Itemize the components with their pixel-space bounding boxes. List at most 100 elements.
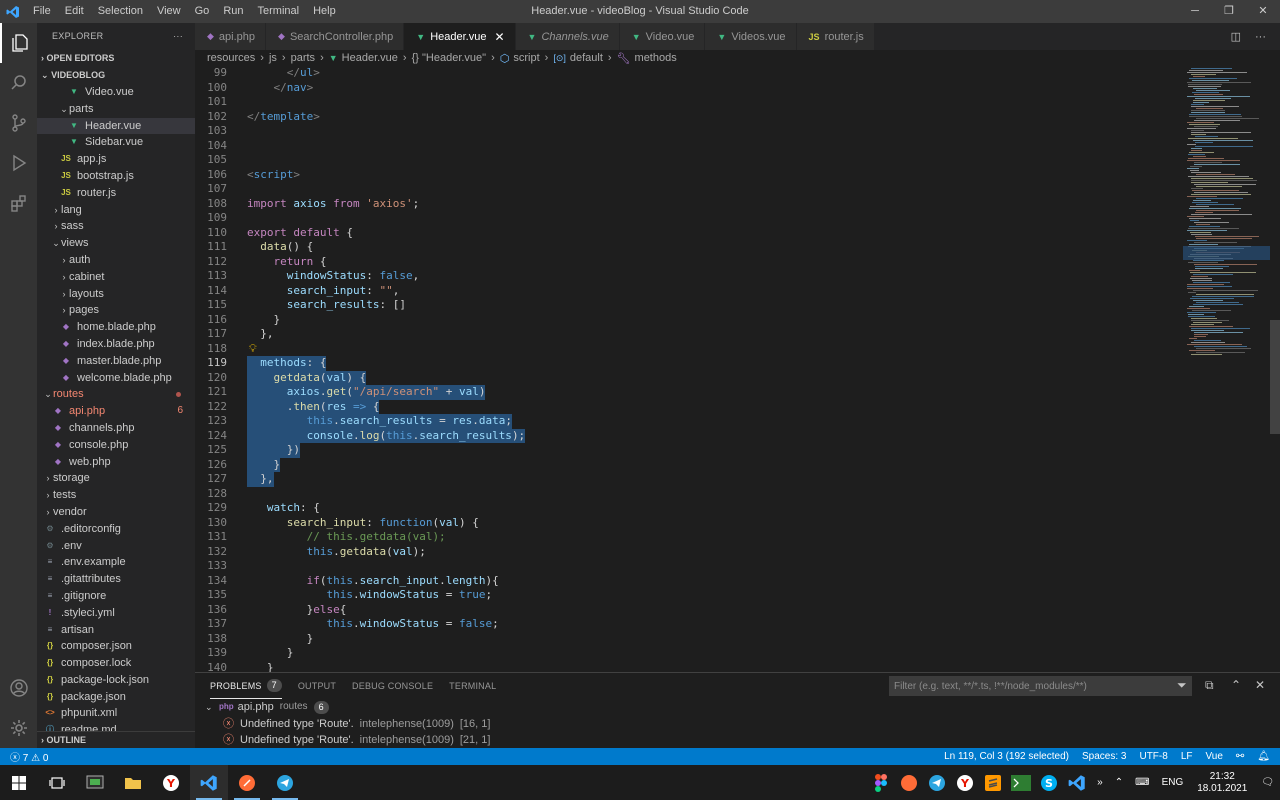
menu-item-help[interactable]: Help: [306, 0, 343, 23]
notification-center-icon[interactable]: 🗨︎: [1261, 777, 1274, 788]
split-editor-icon[interactable]: ◫: [1231, 30, 1241, 43]
breadcrumb-item[interactable]: default: [570, 52, 603, 64]
file-item[interactable]: {} package-lock.json: [37, 672, 195, 689]
minimize-icon[interactable]: ─: [1178, 0, 1212, 23]
skype-icon[interactable]: S: [1035, 765, 1063, 800]
breadcrumb-item[interactable]: script: [513, 52, 539, 64]
open-editors-section[interactable]: › OPEN EDITORS: [37, 50, 195, 67]
menu-item-edit[interactable]: Edit: [58, 0, 91, 23]
file-item[interactable]: ⚙ .editorconfig: [37, 521, 195, 538]
file-item[interactable]: ! .styleci.yml: [37, 605, 195, 622]
postman-tray-icon[interactable]: [895, 765, 923, 800]
filter-icon[interactable]: ⏷: [1177, 678, 1187, 693]
file-item[interactable]: ⚙ .env: [37, 538, 195, 555]
code-editor[interactable]: 99 </ul> 100 </nav> 101 102 </template> 103 10…: [195, 66, 1270, 672]
end-of-line[interactable]: LF: [1181, 751, 1193, 762]
breadcrumb-item[interactable]: Header.vue: [342, 52, 398, 64]
folder-item[interactable]: › tests: [37, 487, 195, 504]
search-icon[interactable]: [0, 63, 37, 103]
file-item[interactable]: JS app.js: [37, 151, 195, 168]
tab-video-vue[interactable]: ▼ Video.vue: [619, 23, 706, 50]
cursor-position[interactable]: Ln 119, Col 3 (192 selected): [944, 751, 1069, 762]
folder-item[interactable]: › sass: [37, 218, 195, 235]
maximize-icon[interactable]: ❐: [1212, 0, 1246, 23]
menu-item-go[interactable]: Go: [188, 0, 217, 23]
panel-tab-debug-console[interactable]: DEBUG CONSOLE: [352, 673, 433, 699]
menu-item-selection[interactable]: Selection: [91, 0, 150, 23]
outline-section[interactable]: › OUTLINE: [37, 731, 195, 748]
breadcrumb-item[interactable]: resources: [207, 52, 255, 64]
menu-item-file[interactable]: File: [26, 0, 58, 23]
panel-tab-output[interactable]: OUTPUT: [298, 673, 336, 699]
yandex-tray-icon[interactable]: Y: [951, 765, 979, 800]
file-item[interactable]: ◆ master.blade.php: [37, 353, 195, 370]
folder-item[interactable]: › storage: [37, 470, 195, 487]
file-item[interactable]: ◆ api.php 6: [37, 403, 195, 420]
folder-item[interactable]: › lang: [37, 202, 195, 219]
file-item[interactable]: ◆ welcome.blade.php: [37, 370, 195, 387]
menu-item-run[interactable]: Run: [216, 0, 250, 23]
keyboard-icon[interactable]: ⌨: [1135, 777, 1149, 788]
file-item[interactable]: ≡ .env.example: [37, 554, 195, 571]
folder-item[interactable]: › pages: [37, 302, 195, 319]
panel-tab-terminal[interactable]: TERMINAL: [449, 673, 496, 699]
postman-icon[interactable]: [228, 765, 266, 800]
overflow-icon[interactable]: »: [1097, 777, 1103, 788]
snip-tool-icon[interactable]: [76, 765, 114, 800]
file-item[interactable]: ◆ console.php: [37, 437, 195, 454]
live-share-icon[interactable]: ⚯: [1236, 751, 1244, 762]
sublime-text-icon[interactable]: [979, 765, 1007, 800]
minimap[interactable]: [1183, 66, 1270, 672]
file-item[interactable]: ≡ artisan: [37, 622, 195, 639]
clock[interactable]: 21:32 18.01.2021: [1197, 771, 1247, 795]
file-item[interactable]: ≡ .gitignore: [37, 588, 195, 605]
language-mode[interactable]: Vue: [1205, 751, 1222, 762]
folder-item[interactable]: ⌄ views: [37, 235, 195, 252]
tab-channels-vue[interactable]: ▼ Channels.vue: [515, 23, 620, 50]
file-item[interactable]: ◆ channels.php: [37, 420, 195, 437]
vscode-taskbar-icon[interactable]: [190, 765, 228, 800]
problem-item[interactable]: ⓧ Undefined type 'Route'. intelephense(100…: [205, 732, 1280, 749]
input-language[interactable]: ENG: [1162, 777, 1184, 788]
settings-gear-icon[interactable]: [0, 708, 37, 748]
file-item[interactable]: {} package.json: [37, 689, 195, 706]
problems-filter-input[interactable]: Filter (e.g. text, **/*.ts, !**/node_mod…: [889, 676, 1192, 696]
file-item[interactable]: {} composer.json: [37, 638, 195, 655]
lightbulb-icon[interactable]: 💡︎: [249, 342, 257, 357]
scrollbar-thumb[interactable]: [1270, 320, 1280, 434]
terminal-icon[interactable]: [1007, 765, 1035, 800]
notifications-icon[interactable]: 🔔︎: [1257, 751, 1270, 762]
panel-tab-problems[interactable]: PROBLEMS 7: [210, 673, 282, 699]
close-panel-icon[interactable]: ✕: [1255, 678, 1265, 692]
file-item[interactable]: ◆ home.blade.php: [37, 319, 195, 336]
breadcrumb-item[interactable]: {} "Header.vue": [412, 52, 486, 64]
breadcrumb-item[interactable]: js: [269, 52, 277, 64]
close-icon[interactable]: ✕: [1246, 0, 1280, 23]
yandex-browser-icon[interactable]: Y: [152, 765, 190, 800]
encoding[interactable]: UTF-8: [1139, 751, 1167, 762]
project-section[interactable]: ⌄ VIDEOBLOG: [37, 67, 195, 84]
figma-icon[interactable]: [867, 765, 895, 800]
maximize-panel-icon[interactable]: ⌃: [1231, 678, 1241, 692]
source-control-icon[interactable]: [0, 103, 37, 143]
menu-item-terminal[interactable]: Terminal: [251, 0, 307, 23]
file-explorer-icon[interactable]: [114, 765, 152, 800]
breadcrumb-item[interactable]: methods: [635, 52, 677, 64]
tab-api-php[interactable]: ◆ api.php: [195, 23, 267, 50]
menu-item-view[interactable]: View: [150, 0, 188, 23]
tab-searchcontroller-php[interactable]: ◆ SearchController.php: [266, 23, 405, 50]
file-item[interactable]: ◆ web.php: [37, 454, 195, 471]
file-item[interactable]: JS bootstrap.js: [37, 168, 195, 185]
extensions-icon[interactable]: [0, 183, 37, 223]
folder-item[interactable]: › auth: [37, 252, 195, 269]
tab-videos-vue[interactable]: ▼ Videos.vue: [705, 23, 797, 50]
problems-status[interactable]: ⓧ 7 ⚠ 0: [10, 749, 48, 764]
indentation[interactable]: Spaces: 3: [1082, 751, 1126, 762]
file-item[interactable]: ▼ Header.vue: [37, 117, 195, 135]
task-view-icon[interactable]: [38, 765, 76, 800]
telegram-tray-icon[interactable]: [923, 765, 951, 800]
folder-item[interactable]: ⌄ routes: [37, 386, 195, 403]
folder-item[interactable]: › cabinet: [37, 269, 195, 286]
editor-scrollbar[interactable]: [1270, 66, 1280, 672]
collapse-all-icon[interactable]: ⧉: [1205, 678, 1214, 693]
